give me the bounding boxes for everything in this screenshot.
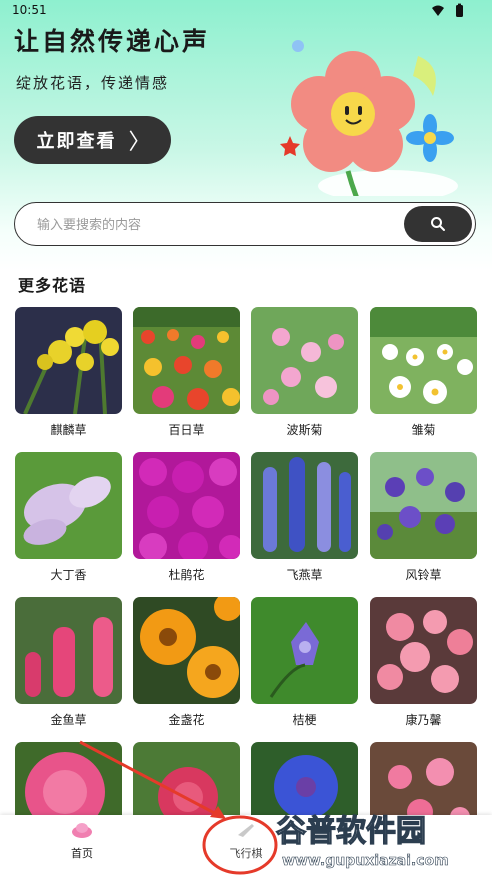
search-input[interactable]: [35, 212, 399, 238]
flower-image: [15, 597, 122, 704]
plane-icon: [238, 824, 254, 837]
flower-card[interactable]: 百日草: [133, 307, 240, 438]
flower-name: 风铃草: [405, 568, 442, 582]
search-button[interactable]: [404, 206, 472, 242]
flower-card[interactable]: 康乃馨: [370, 597, 477, 728]
flower-name: 大丁香: [50, 568, 87, 582]
battery-icon: [456, 5, 463, 17]
flower-image: [370, 597, 477, 704]
flower-name: 金盏花: [168, 713, 205, 727]
flower-image: [251, 452, 358, 559]
watermark-title: 谷普软件园: [276, 814, 426, 849]
flower-card[interactable]: 雏菊: [370, 307, 477, 438]
section-title: 更多花语: [18, 276, 87, 295]
watermark-logo: 谷普软件园 www.gupuxiazai.com: [275, 813, 449, 869]
status-bar: 10:51: [0, 0, 492, 24]
flower-mascot-illustration: [280, 40, 458, 196]
flower-name: 雏菊: [411, 423, 436, 437]
flower-card[interactable]: 麒麟草: [15, 307, 122, 438]
flower-image: [133, 597, 240, 704]
banner-subtitle: 绽放花语，传递情感: [16, 74, 170, 92]
flower-card[interactable]: 杜鹃花: [133, 452, 240, 583]
flower-image: [251, 597, 358, 704]
flower-card[interactable]: 飞燕草: [251, 452, 358, 583]
flower-name: 飞燕草: [286, 568, 323, 582]
flower-name: 桔梗: [292, 713, 317, 727]
flower-image: [15, 307, 122, 414]
view-now-label: 立即查看: [36, 131, 117, 152]
flower-card[interactable]: 桔梗: [251, 597, 358, 728]
flower-name: 波斯菊: [286, 423, 323, 437]
view-now-button[interactable]: 立即查看 〉: [14, 116, 171, 164]
flower-image: [133, 452, 240, 559]
banner-title: 让自然传递心声: [14, 27, 211, 56]
search-icon: [431, 217, 445, 231]
watermark-url: www.gupuxiazai.com: [282, 853, 449, 869]
flower-card[interactable]: 波斯菊: [251, 307, 358, 438]
flower-image: [370, 307, 477, 414]
nav-chess-label: 飞行棋: [229, 847, 263, 860]
flower-name: 百日草: [168, 423, 205, 437]
chevron-right-icon: 〉: [128, 130, 153, 155]
flower-name: 金鱼草: [50, 713, 87, 727]
flower-home-icon: [72, 823, 92, 838]
search-bar: [14, 202, 476, 246]
flower-name: 麒麟草: [50, 423, 87, 437]
flower-card[interactable]: 风铃草: [370, 452, 477, 583]
flower-image: [370, 452, 477, 559]
nav-flight-chess[interactable]: 飞行棋: [218, 821, 274, 871]
flower-image: [133, 307, 240, 414]
flower-card[interactable]: 金鱼草: [15, 597, 122, 728]
flower-name: 杜鹃花: [168, 568, 205, 582]
status-time: 10:51: [12, 3, 47, 17]
flower-image: [15, 452, 122, 559]
flower-name: 康乃馨: [405, 713, 442, 727]
nav-home-label: 首页: [71, 847, 93, 860]
flower-image: [251, 307, 358, 414]
status-icons: [432, 3, 463, 17]
flower-card[interactable]: 金盏花: [133, 597, 240, 728]
flower-card[interactable]: 大丁香: [15, 452, 122, 583]
nav-home[interactable]: 首页: [56, 821, 108, 871]
wifi-icon: [432, 5, 444, 16]
